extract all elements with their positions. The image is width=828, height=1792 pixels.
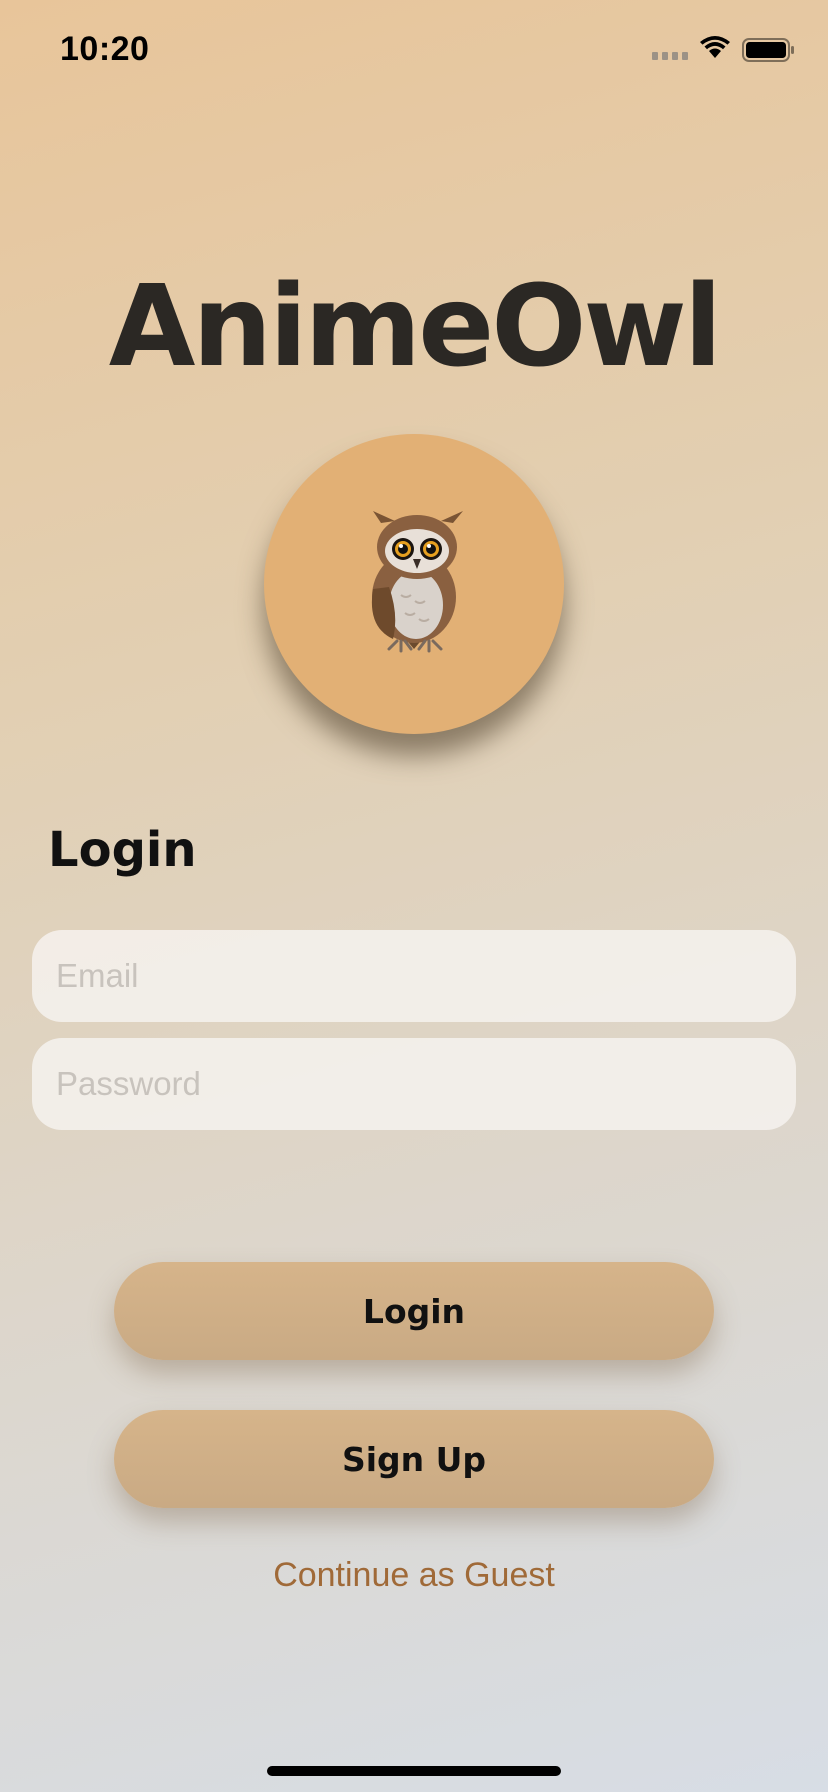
wifi-icon [700, 36, 730, 58]
app-title: AnimeOwl [108, 262, 723, 392]
cellular-signal-icon [652, 52, 688, 60]
login-heading: Login [48, 822, 197, 878]
status-time: 10:20 [60, 30, 150, 68]
app-logo [264, 434, 564, 734]
continue-as-guest-link[interactable]: Continue as Guest [0, 1556, 828, 1595]
home-indicator[interactable] [267, 1766, 561, 1776]
status-bar: 10:20 [0, 0, 828, 100]
password-field[interactable] [32, 1038, 796, 1130]
owl-icon [371, 511, 463, 653]
login-button[interactable]: Login [114, 1262, 714, 1360]
email-field[interactable] [32, 930, 796, 1022]
sign-up-button[interactable]: Sign Up [114, 1410, 714, 1508]
battery-icon [742, 38, 794, 62]
